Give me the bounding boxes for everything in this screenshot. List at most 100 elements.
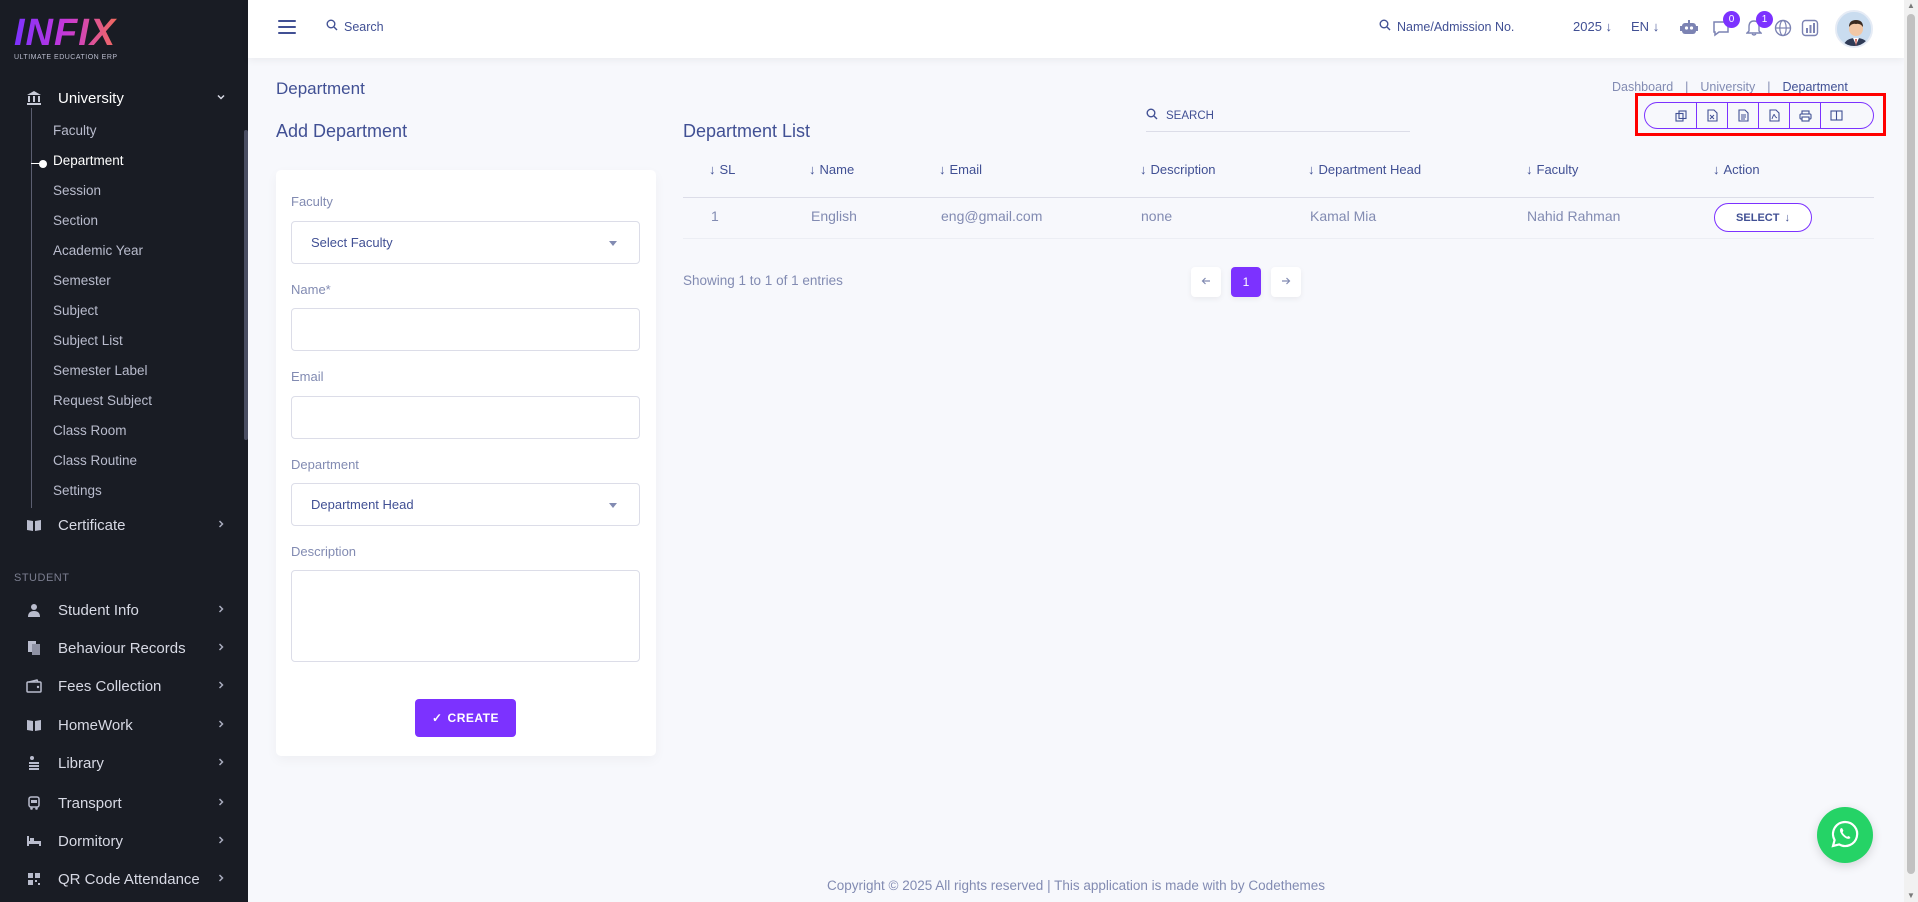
chevron-right-icon — [216, 834, 226, 848]
breadcrumb-university[interactable]: University — [1700, 80, 1755, 94]
department-head-select[interactable]: Department Head — [291, 483, 640, 526]
sidebar-sub-academic-year[interactable]: Academic Year — [53, 241, 143, 261]
breadcrumb: Dashboard | University | Department — [1612, 80, 1848, 94]
chart-icon[interactable] — [1799, 17, 1821, 39]
sidebar-item-certificate[interactable]: Certificate — [0, 508, 248, 542]
sidebar-sub-class-room[interactable]: Class Room — [53, 421, 127, 441]
sidebar-sub-semester-label[interactable]: Semester Label — [53, 361, 148, 381]
sidebar-item-university[interactable]: University — [0, 81, 248, 115]
language-value: EN — [1631, 19, 1650, 34]
global-search-label: Search — [344, 19, 384, 34]
column-header-department-head[interactable]: ↓ Department Head — [1308, 162, 1421, 177]
arrow-left-icon — [1201, 275, 1211, 289]
chevron-right-icon — [216, 756, 226, 770]
name-field[interactable] — [291, 308, 640, 351]
notification-badge: 1 — [1756, 11, 1773, 28]
entries-info: Showing 1 to 1 of 1 entries — [683, 273, 843, 288]
bell-icon[interactable]: 1 — [1743, 11, 1773, 39]
sidebar-item-label: Behaviour Records — [58, 639, 186, 657]
breadcrumb-dashboard[interactable]: Dashboard — [1612, 80, 1673, 94]
sidebar-sub-subject[interactable]: Subject — [53, 301, 98, 321]
sidebar-item-qr-code-attendance[interactable]: QR Code Attendance — [0, 862, 248, 896]
list-search-placeholder: SEARCH — [1166, 109, 1214, 122]
sidebar-item-label: QR Code Attendance — [58, 870, 200, 888]
sidebar-item-label: Dormitory — [58, 832, 124, 850]
sidebar-item-library[interactable]: Library — [0, 746, 248, 780]
sidebar-sub-semester[interactable]: Semester — [53, 271, 111, 291]
sidebar-item-homework[interactable]: HomeWork — [0, 708, 248, 742]
sort-arrow-icon: ↓ — [709, 162, 716, 177]
sidebar-sub-settings[interactable]: Settings — [53, 481, 102, 501]
active-dot — [39, 160, 47, 168]
sidebar-scrollbar[interactable] — [244, 130, 248, 440]
column-header-label: Name — [819, 162, 855, 177]
prev-page-button[interactable] — [1191, 267, 1221, 297]
cell-description: none — [1141, 208, 1173, 224]
sort-arrow-icon: ↓ — [1140, 162, 1147, 177]
sidebar-item-behaviour-records[interactable]: Behaviour Records — [0, 631, 248, 665]
logo-text: INFIX — [14, 12, 117, 54]
caret-down-icon — [609, 240, 617, 246]
sidebar-sub-session[interactable]: Session — [53, 181, 101, 201]
page-button-current[interactable]: 1 — [1231, 267, 1261, 297]
select-action-button[interactable]: SELECT ↓ — [1714, 203, 1812, 232]
list-search-input[interactable]: SEARCH — [1146, 100, 1410, 132]
book-open-icon — [26, 717, 42, 733]
description-textarea[interactable] — [291, 570, 640, 662]
column-header-action[interactable]: ↓ Action — [1713, 162, 1760, 177]
column-header-label: Action — [1723, 162, 1760, 177]
sidebar-sub-class-routine[interactable]: Class Routine — [53, 451, 137, 471]
highlight-box — [1635, 93, 1886, 136]
arrow-right-icon — [1281, 275, 1291, 289]
breadcrumb-separator: | — [1685, 80, 1689, 94]
add-department-heading: Add Department — [276, 121, 408, 141]
column-header-description[interactable]: ↓ Description — [1140, 162, 1216, 177]
sidebar-sub-faculty[interactable]: Faculty — [53, 121, 97, 141]
menu-toggle-icon[interactable] — [278, 20, 296, 34]
scroll-down-icon[interactable]: ▼ — [1907, 892, 1915, 900]
table-row-divider — [683, 238, 1874, 239]
sort-arrow-icon: ↓ — [809, 162, 816, 177]
email-field[interactable] — [291, 396, 640, 439]
column-header-sl[interactable]: ↓ SL — [709, 162, 735, 177]
global-search[interactable]: Search — [326, 19, 384, 34]
column-header-faculty[interactable]: ↓ Faculty — [1526, 162, 1578, 177]
sort-arrow-icon: ↓ — [939, 162, 946, 177]
scrollbar-thumb[interactable] — [1907, 14, 1915, 874]
next-page-button[interactable] — [1271, 267, 1301, 297]
sidebar-sub-subject-list[interactable]: Subject List — [53, 331, 123, 351]
arrow-down-icon: ↓ — [1784, 211, 1790, 224]
year-selector[interactable]: 2025 ↓ — [1573, 19, 1612, 34]
table-header-divider — [683, 197, 1874, 198]
sidebar-item-transport[interactable]: Transport — [0, 786, 248, 820]
page-title: Department — [276, 79, 365, 98]
chat-icon[interactable]: 0 — [1710, 11, 1740, 39]
cell-email: eng@gmail.com — [941, 208, 1043, 224]
scroll-up-icon[interactable]: ▲ — [1907, 2, 1915, 10]
sidebar-sub-request-subject[interactable]: Request Subject — [53, 391, 152, 411]
breadcrumb-department[interactable]: Department — [1783, 80, 1848, 94]
whatsapp-button[interactable] — [1817, 807, 1873, 863]
column-header-name[interactable]: ↓ Name — [809, 162, 854, 177]
language-selector[interactable]: EN ↓ — [1631, 19, 1659, 34]
sidebar-item-fees-collection[interactable]: Fees Collection — [0, 669, 248, 703]
column-header-label: SL — [719, 162, 736, 177]
sidebar-sub-department[interactable]: Department — [53, 151, 124, 171]
sidebar-item-label: University — [58, 89, 124, 107]
admission-search[interactable]: Name/Admission No. — [1379, 19, 1514, 34]
faculty-select[interactable]: Select Faculty — [291, 221, 640, 264]
faculty-label: Faculty — [291, 194, 333, 209]
bed-icon — [26, 833, 42, 849]
globe-icon[interactable] — [1772, 17, 1794, 39]
column-header-email[interactable]: ↓ Email — [939, 162, 982, 177]
create-button[interactable]: ✓ CREATE — [415, 699, 516, 737]
robot-icon[interactable] — [1678, 17, 1700, 39]
sidebar-item-dormitory[interactable]: Dormitory — [0, 824, 248, 858]
records-icon — [26, 640, 42, 656]
breadcrumb-separator: | — [1767, 80, 1771, 94]
avatar[interactable] — [1835, 10, 1873, 48]
create-button-label: CREATE — [447, 711, 499, 725]
logo[interactable]: INFIX ULTIMATE EDUCATION ERP — [14, 14, 118, 61]
sidebar-item-student-info[interactable]: Student Info — [0, 593, 248, 627]
sidebar-sub-section[interactable]: Section — [53, 211, 98, 231]
